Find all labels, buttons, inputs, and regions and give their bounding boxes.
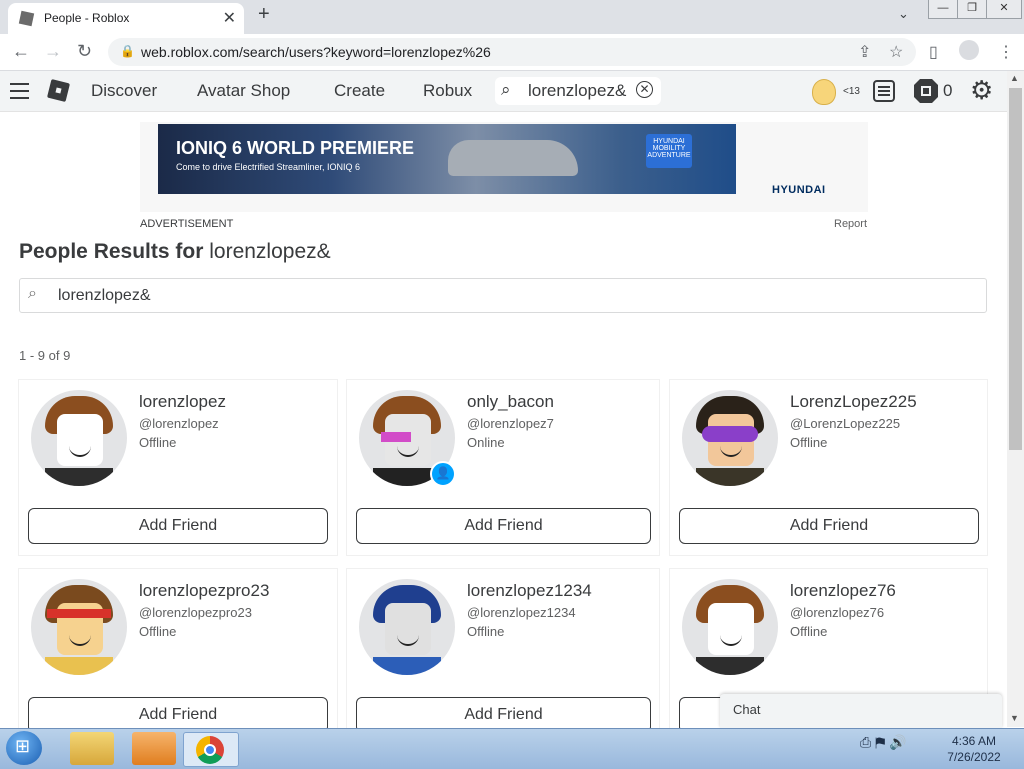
car-image <box>448 140 578 176</box>
roblox-favicon-icon <box>18 10 35 27</box>
heading-prefix: People Results for <box>19 240 204 263</box>
browser-menu-icon[interactable]: ⋮ <box>998 42 1014 62</box>
ad-report-link[interactable]: Report <box>834 218 867 230</box>
people-search-value: lorenzlopez& <box>58 287 151 304</box>
add-friend-button[interactable]: Add Friend <box>679 508 979 544</box>
settings-gear-icon[interactable]: ⚙ <box>970 77 993 103</box>
search-icon: ⌕ <box>28 285 37 302</box>
user-card[interactable]: lorenzlopezpro23 @lorenzlopezpro23 Offli… <box>19 569 337 744</box>
close-tab-icon[interactable]: ✕ <box>223 8 236 28</box>
restore-window-button[interactable]: ❐ <box>957 0 987 19</box>
nav-robux[interactable]: Robux <box>423 81 472 101</box>
close-window-button[interactable]: ✕ <box>986 0 1022 19</box>
file-explorer-icon[interactable] <box>70 732 114 765</box>
forward-arrow-icon[interactable]: → <box>44 41 62 62</box>
user-card[interactable]: lorenzlopez1234 @lorenzlopez1234 Offline… <box>347 569 659 744</box>
chrome-taskbar-button[interactable] <box>183 732 239 767</box>
clock-time: 4:36 AM <box>951 734 997 748</box>
scrollbar-thumb[interactable] <box>1009 88 1022 450</box>
online-presence-icon: 👤 <box>430 461 456 487</box>
add-friend-button[interactable]: Add Friend <box>356 508 651 544</box>
reload-icon[interactable]: ↻ <box>77 41 92 62</box>
lock-icon[interactable]: 🔒 <box>120 44 135 58</box>
user-display-name[interactable]: lorenzlopez <box>139 392 226 412</box>
advertisement-label: ADVERTISEMENT <box>140 218 234 230</box>
age-badge: <13 <box>843 86 860 97</box>
clock-date: 7/26/2022 <box>947 750 1001 764</box>
hamburger-menu-icon[interactable] <box>10 83 29 104</box>
user-status: Offline <box>139 435 177 450</box>
share-icon[interactable]: ⇪ <box>858 42 871 62</box>
ad-badge: HYUNDAI MOBILITY ADVENTURE <box>646 134 692 168</box>
user-status: Offline <box>467 624 505 639</box>
user-avatar[interactable] <box>682 579 778 675</box>
tab-search-chevron-icon[interactable]: ⌄ <box>898 6 909 22</box>
bookmark-star-icon[interactable]: ☆ <box>889 42 903 62</box>
nav-search-value: lorenzlopez& <box>528 81 627 100</box>
user-handle: @LorenzLopez225 <box>790 416 901 431</box>
media-player-icon[interactable] <box>132 732 176 765</box>
back-arrow-icon[interactable]: ← <box>12 41 30 62</box>
user-avatar[interactable] <box>359 579 455 675</box>
clear-search-icon[interactable]: ✕ <box>636 81 653 98</box>
nav-create[interactable]: Create <box>334 81 385 101</box>
robux-icon[interactable] <box>914 79 938 103</box>
nav-search-input[interactable]: ⌕ lorenzlopez& ✕ <box>495 77 661 105</box>
start-button[interactable] <box>6 731 42 765</box>
user-display-name[interactable]: LorenzLopez225 <box>790 392 917 412</box>
search-icon: ⌕ <box>501 80 511 99</box>
user-avatar-icon[interactable] <box>812 79 836 105</box>
user-status: Offline <box>790 435 828 450</box>
scroll-down-icon[interactable]: ▼ <box>1010 713 1019 723</box>
minimize-window-button[interactable]: — <box>928 0 958 19</box>
address-bar[interactable]: 🔒 web.roblox.com/search/users?keyword=lo… <box>108 38 916 66</box>
user-handle: @lorenzlopez7 <box>467 416 554 431</box>
user-status: Online <box>467 435 505 450</box>
user-display-name[interactable]: lorenzlopez1234 <box>467 581 592 601</box>
page-title: People Results for lorenzlopez& <box>19 240 331 264</box>
new-tab-button[interactable]: + <box>258 3 270 26</box>
results-count: 1 - 9 of 9 <box>19 348 71 363</box>
chat-bar[interactable]: Chat <box>720 694 1002 728</box>
address-url: web.roblox.com/search/users?keyword=lore… <box>141 44 491 60</box>
browser-tab[interactable]: People - Roblox ✕ <box>8 3 244 34</box>
user-handle: @lorenzlopezpro23 <box>139 605 252 620</box>
chrome-icon <box>196 736 224 764</box>
robux-count: 0 <box>943 81 953 100</box>
user-card[interactable]: 👤 only_bacon @lorenzlopez7 Online Add Fr… <box>347 380 659 555</box>
ad-headline: IONIQ 6 WORLD PREMIERE <box>176 138 415 158</box>
ad-brand-logo: HYUNDAI <box>772 184 826 196</box>
user-card[interactable]: LorenzLopez225 @LorenzLopez225 Offline A… <box>670 380 987 555</box>
user-card[interactable]: lorenzlopez @lorenzlopez Offline Add Fri… <box>19 380 337 555</box>
user-display-name[interactable]: lorenzlopezpro23 <box>139 581 269 601</box>
people-search-input[interactable]: ⌕ lorenzlopez& <box>19 278 987 313</box>
user-avatar[interactable] <box>31 390 127 486</box>
add-friend-button[interactable]: Add Friend <box>28 508 328 544</box>
user-status: Offline <box>790 624 828 639</box>
user-avatar[interactable] <box>31 579 127 675</box>
user-handle: @lorenzlopez <box>139 416 219 431</box>
chat-label: Chat <box>733 702 761 717</box>
user-display-name[interactable]: lorenzlopez76 <box>790 581 896 601</box>
tab-title: People - Roblox <box>44 11 130 25</box>
user-avatar[interactable] <box>682 390 778 486</box>
ad-image[interactable]: IONIQ 6 WORLD PREMIERE Come to drive Ele… <box>158 124 736 194</box>
user-display-name[interactable]: only_bacon <box>467 392 554 412</box>
nav-discover[interactable]: Discover <box>91 81 157 101</box>
user-status: Offline <box>139 624 177 639</box>
system-tray-icons[interactable]: ⎙ ⚑ 🔊 <box>860 734 907 751</box>
user-handle: @lorenzlopez1234 <box>467 605 576 620</box>
scroll-up-icon[interactable]: ▲ <box>1010 73 1019 83</box>
messages-icon[interactable] <box>873 80 895 102</box>
nav-avatar-shop[interactable]: Avatar Shop <box>197 81 290 101</box>
user-handle: @lorenzlopez76 <box>790 605 885 620</box>
profile-icon[interactable] <box>959 40 979 60</box>
side-panel-icon[interactable]: ▯ <box>929 42 938 62</box>
heading-query: lorenzlopez& <box>209 240 331 263</box>
taskbar-clock[interactable]: 4:36 AM 7/26/2022 <box>940 733 1008 765</box>
ad-subline: Come to drive Electrified Streamliner, I… <box>176 162 361 172</box>
